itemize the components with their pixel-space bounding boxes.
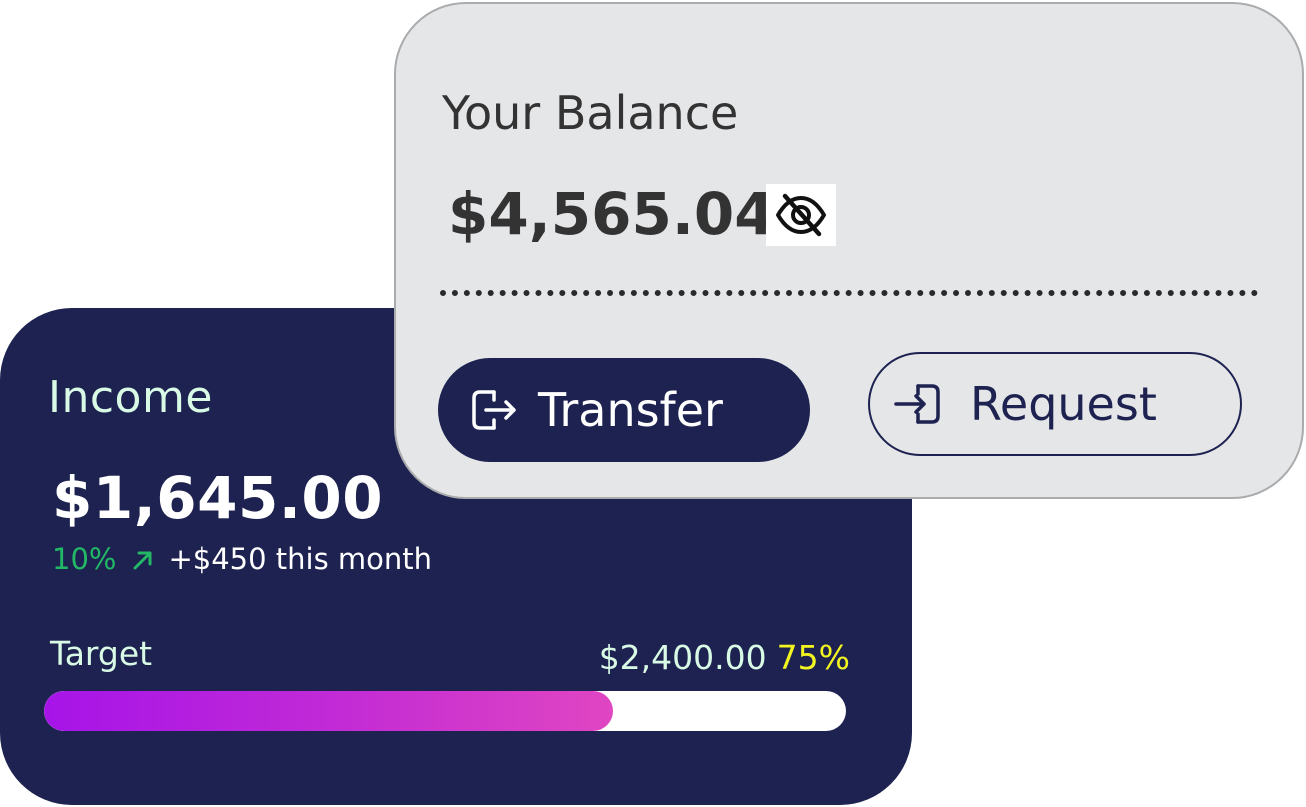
toggle-visibility-button[interactable] — [766, 184, 836, 246]
target-summary: $2,400.00 75% — [599, 638, 850, 677]
income-change: 10% +$450 this month — [52, 542, 432, 576]
stage: Income $1,645.00 10% +$450 this month Ta… — [0, 0, 1306, 807]
target-amount: $2,400.00 — [598, 638, 767, 677]
balance-amount: $4,565.04 — [448, 180, 775, 248]
target-progress-fill — [44, 691, 614, 731]
transfer-label: Transfer — [538, 383, 723, 437]
income-title: Income — [48, 372, 213, 423]
eye-off-icon — [774, 192, 828, 238]
divider — [440, 290, 1258, 296]
target-percent: 75% — [776, 638, 850, 677]
arrow-up-right-icon — [130, 546, 156, 572]
balance-title: Your Balance — [442, 86, 739, 140]
request-button[interactable]: Request — [868, 352, 1242, 456]
balance-card: Your Balance $4,565.04 Transfer Request — [394, 2, 1304, 499]
income-amount: $1,645.00 — [52, 464, 384, 532]
request-label: Request — [970, 377, 1157, 431]
transfer-button[interactable]: Transfer — [438, 358, 810, 462]
target-progress-bar — [44, 691, 846, 731]
income-change-percent: 10% — [52, 542, 117, 576]
transfer-out-icon — [468, 384, 520, 436]
income-change-text: +$450 this month — [168, 542, 433, 576]
target-label: Target — [50, 634, 153, 673]
request-in-icon — [892, 378, 944, 430]
